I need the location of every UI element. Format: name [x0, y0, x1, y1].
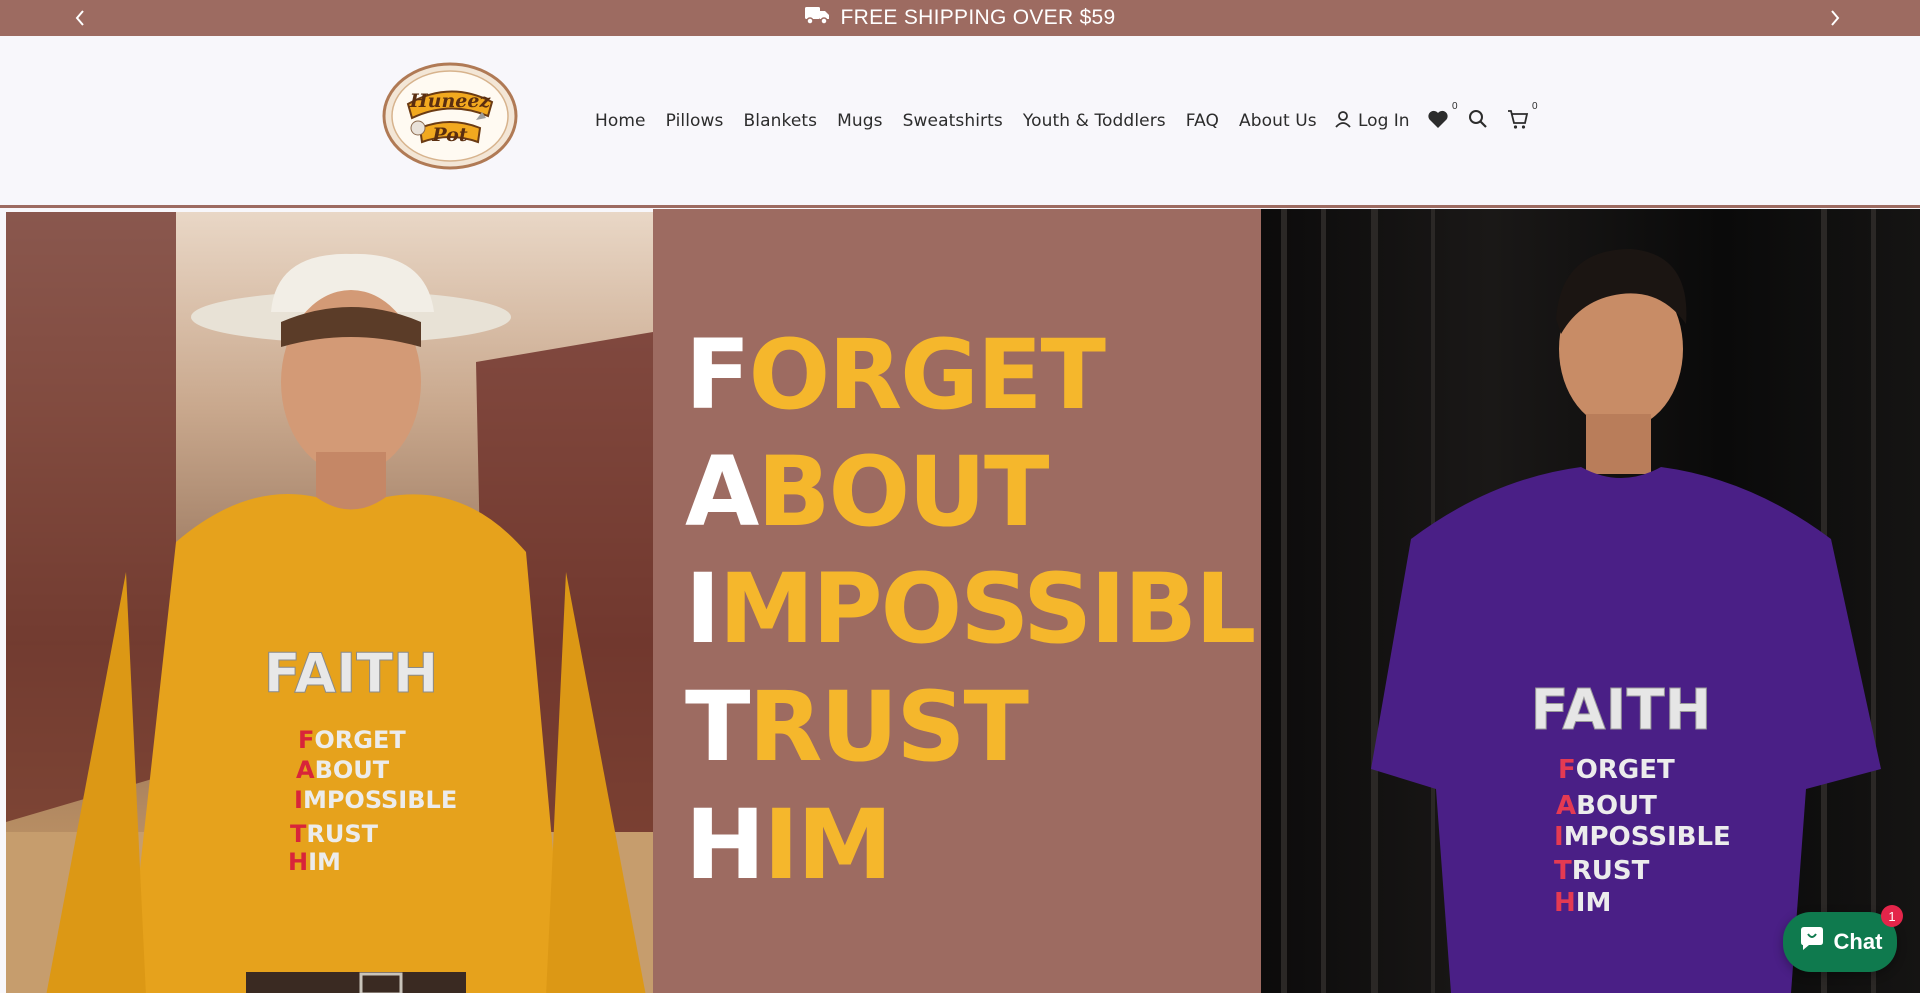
announcement-message[interactable]: FREE SHIPPING OVER $59	[0, 0, 1920, 36]
shirt-left-f: F	[298, 726, 314, 754]
svg-text:IMPOSSIBLE: IMPOSSIBLE	[1554, 822, 1731, 852]
hero-line-impossible: IMPOSSIBLE	[685, 561, 1261, 657]
announcement-text: FREE SHIPPING OVER $59	[840, 6, 1116, 29]
hero-text-panel: FORGET ABOUT IMPOSSIBLE TRUST HIM	[653, 209, 1261, 993]
header-actions: Log In 0 0	[1334, 36, 1538, 206]
nav-blankets[interactable]: Blankets	[734, 111, 828, 131]
svg-text:IMPOSSIBLE: IMPOSSIBLE	[294, 786, 457, 814]
shirt-right-arc: FAITH	[1530, 678, 1711, 743]
chat-button[interactable]: Chat	[1783, 912, 1897, 972]
chat-notification-badge: 1	[1881, 905, 1903, 927]
hero-line-about-rest: BOUT	[757, 436, 1049, 548]
heart-icon	[1427, 109, 1449, 133]
svg-text:ABOUT: ABOUT	[1556, 791, 1657, 821]
chevron-right-icon[interactable]	[1823, 6, 1847, 30]
hero-line-about: ABOUT	[685, 444, 1050, 540]
shirt-right-rust: RUST	[1572, 856, 1650, 886]
svg-text:FORGET: FORGET	[1558, 755, 1675, 785]
shirt-right-im: IM	[1576, 888, 1612, 918]
svg-text:FORGET: FORGET	[298, 726, 406, 754]
nav-home[interactable]: Home	[585, 111, 656, 131]
main-nav: Home Pillows Blankets Mugs Sweatshirts Y…	[585, 36, 1327, 206]
svg-text:TRUST: TRUST	[1554, 856, 1650, 886]
announcement-bar: FREE SHIPPING OVER $59	[0, 0, 1920, 36]
nav-faq[interactable]: FAQ	[1176, 111, 1229, 131]
site-header: Huneez Pot Home Pillows Blankets Mugs Sw…	[0, 36, 1920, 208]
shirt-right-mpossible: MPOSSIBLE	[1564, 822, 1731, 852]
shirt-left-rust: RUST	[306, 820, 378, 848]
hero-line-him-initial: H	[685, 789, 765, 901]
man-purple-shirt-photo: FAITH FORGET ABOUT IMPOSSIBLE TRUST HIM	[1281, 209, 1881, 993]
truck-icon	[804, 5, 830, 31]
shirt-left-t: T	[290, 820, 307, 848]
hero-line-trust-initial: T	[685, 671, 750, 783]
shirt-left-orget: ORGET	[314, 726, 406, 754]
shirt-left-mpossible: MPOSSIBLE	[303, 786, 457, 814]
cowboy-photo: FAITH FORGET ABOUT IMPOSSIBLE TRUST HIM	[6, 212, 653, 993]
cart-button[interactable]: 0	[1504, 101, 1538, 135]
svg-text:TRUST: TRUST	[290, 820, 379, 848]
shirt-left-i: I	[294, 786, 303, 814]
hero-line-trust: TRUST	[685, 679, 1029, 775]
cart-icon	[1507, 108, 1529, 134]
svg-text:HIM: HIM	[288, 848, 341, 876]
nav-sweatshirts[interactable]: Sweatshirts	[893, 111, 1013, 131]
hero-line-forget-rest: ORGET	[748, 319, 1106, 431]
shirt-right-a: A	[1556, 791, 1576, 821]
nav-about-us[interactable]: About Us	[1229, 111, 1327, 131]
hero-line-forget: FORGET	[685, 327, 1106, 423]
nav-mugs[interactable]: Mugs	[827, 111, 893, 131]
login-label: Log In	[1358, 111, 1410, 131]
nav-youth-toddlers[interactable]: Youth & Toddlers	[1013, 111, 1176, 131]
svg-text:ABOUT: ABOUT	[296, 756, 390, 784]
shirt-right-t: T	[1554, 856, 1572, 886]
chat-label: Chat	[1833, 929, 1883, 954]
hero-line-trust-rest: RUST	[748, 671, 1028, 783]
shirt-left-a: A	[296, 756, 315, 784]
hero-line-impossible-initial: I	[685, 553, 721, 665]
login-link[interactable]: Log In	[1334, 110, 1410, 133]
chat-bubble-icon	[1798, 926, 1826, 958]
shirt-right-bout: BOUT	[1576, 791, 1657, 821]
wishlist-button[interactable]: 0	[1424, 101, 1458, 135]
wishlist-count: 0	[1452, 101, 1458, 112]
shirt-right-h: H	[1554, 888, 1576, 918]
logo-text-2: Pot	[431, 124, 467, 146]
shirt-left-bout: BOUT	[315, 756, 390, 784]
hero-line-him: HIM	[685, 797, 893, 893]
hero-image-left: FAITH FORGET ABOUT IMPOSSIBLE TRUST HIM	[6, 212, 653, 993]
hero-line-impossible-rest: MPOSSIBLE	[718, 553, 1261, 665]
shirt-right-f: F	[1558, 755, 1576, 785]
shirt-left-im: IM	[308, 848, 341, 876]
shirt-right-i: I	[1554, 822, 1564, 852]
shirt-left-arc: FAITH	[264, 642, 439, 705]
hero-line-about-initial: A	[685, 436, 759, 548]
nav-pillows[interactable]: Pillows	[656, 111, 734, 131]
hero-image-right: FAITH FORGET ABOUT IMPOSSIBLE TRUST HIM	[1261, 209, 1920, 993]
user-icon	[1334, 110, 1352, 133]
cart-count: 0	[1532, 101, 1538, 112]
search-button[interactable]	[1464, 107, 1492, 135]
hero-line-him-rest: IM	[763, 789, 892, 901]
hero-banner[interactable]: FAITH FORGET ABOUT IMPOSSIBLE TRUST HIM …	[0, 209, 1920, 993]
shirt-right-orget: ORGET	[1576, 755, 1675, 785]
svg-text:HIM: HIM	[1554, 888, 1611, 918]
logo[interactable]: Huneez Pot	[382, 62, 518, 170]
logo-text-1: Huneez	[409, 90, 492, 112]
hero-line-forget-initial: F	[685, 319, 751, 431]
search-icon	[1468, 109, 1488, 133]
shirt-left-h: H	[288, 848, 308, 876]
